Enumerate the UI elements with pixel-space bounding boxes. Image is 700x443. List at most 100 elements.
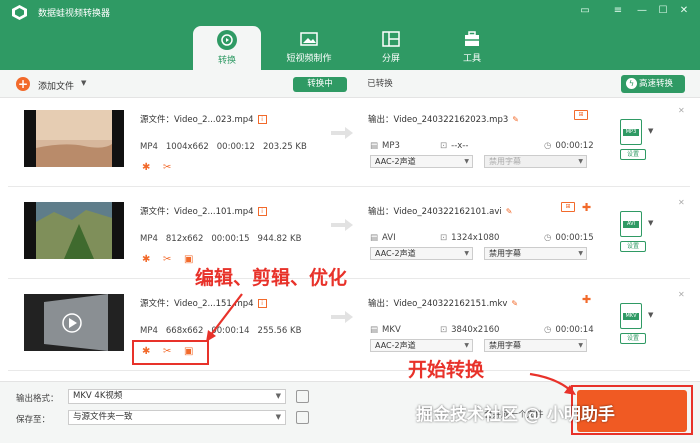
clock-icon: ◷: [544, 233, 552, 243]
edit-tools-highlight: [132, 340, 209, 365]
output-file-icon[interactable]: MP3: [620, 119, 642, 145]
pencil-icon[interactable]: ✎: [512, 115, 519, 124]
settings-button[interactable]: 设置: [620, 241, 646, 252]
tab-short-video[interactable]: 短视频制作: [274, 26, 344, 70]
video-thumbnail[interactable]: [24, 294, 124, 351]
info-icon[interactable]: i: [257, 115, 267, 124]
edit-tools-annotation: 编辑、剪辑、优化: [195, 267, 348, 289]
arrow-right-icon: [331, 219, 353, 231]
output-duration: ◷ 00:00:14: [544, 325, 594, 335]
bolt-icon: ϟ: [626, 78, 637, 89]
source-file-name: 源文件：Video_2...023.mp4 i: [140, 113, 267, 125]
output-format: ▤ MP3: [370, 141, 400, 151]
annotation-arrow: [206, 293, 243, 342]
format-icon: ▤: [370, 233, 379, 243]
save-to-label: 保存至：: [16, 415, 51, 425]
output-settings-icon[interactable]: ⊞: [561, 202, 575, 212]
chevron-down-icon[interactable]: ▼: [648, 311, 653, 319]
resolution-icon: ⊡: [440, 325, 448, 335]
audio-select[interactable]: AAC-2声道 ▼: [370, 155, 473, 168]
tab-tools[interactable]: 工具: [437, 26, 507, 70]
convert-icon: [217, 30, 237, 50]
format-icon: ▤: [370, 141, 379, 151]
output-file-name: 输出：Video_240322162023.mp3 ✎: [368, 115, 519, 125]
tab-convert[interactable]: 转换: [193, 26, 261, 70]
arrow-right-icon: [331, 127, 353, 139]
output-file-name: 输出：Video_240322162101.avi ✎: [368, 207, 513, 217]
info-icon[interactable]: i: [257, 299, 267, 308]
resolution-icon: ⊡: [440, 141, 448, 151]
menu-icon[interactable]: ≡: [610, 4, 626, 18]
audio-select[interactable]: AAC-2声道 ▼: [370, 247, 473, 260]
source-meta: MP4 812x662 00:00:15 944.82 KB: [140, 234, 302, 244]
chevron-down-icon[interactable]: ▼: [648, 127, 653, 135]
tab-converted[interactable]: 已转换: [360, 77, 400, 92]
output-format-label: 输出格式：: [16, 394, 59, 404]
start-convert-annotation: 开始转换: [408, 359, 485, 381]
folder-icon[interactable]: [296, 411, 309, 424]
add-icon[interactable]: ✚: [582, 201, 591, 214]
title-bar: 数据蛙视频转换器 ▭ ≡ — ☐ ✕ 转换 短视频制作 分屏 工具: [0, 0, 700, 70]
settings-button[interactable]: 设置: [620, 333, 646, 344]
edit-tools: ✱ ✂: [142, 162, 184, 174]
output-file-icon[interactable]: AVI: [620, 211, 642, 237]
app-title: 数据蛙视频转换器: [38, 9, 111, 19]
arrow-right-icon: [331, 311, 353, 323]
tab-label: 短视频制作: [286, 54, 332, 64]
close-button[interactable]: ✕: [676, 4, 692, 18]
minimize-button[interactable]: —: [634, 4, 650, 18]
close-icon[interactable]: ✕: [678, 106, 685, 115]
output-resolution: ⊡ 1324x1080: [440, 233, 500, 243]
add-icon[interactable]: ✚: [582, 293, 591, 306]
enhance-icon[interactable]: ✱: [142, 254, 154, 266]
subtitle-select[interactable]: 禁用字幕 ▼: [484, 247, 587, 260]
tab-label: 转换: [217, 56, 236, 66]
source-file-name: 源文件：Video_2...101.mp4 i: [140, 205, 267, 217]
output-resolution: ⊡ --x--: [440, 141, 469, 151]
tab-converting[interactable]: 转换中: [293, 77, 347, 92]
output-settings-icon[interactable]: ⊞: [574, 110, 588, 120]
add-file-plus-icon[interactable]: +: [16, 77, 30, 91]
source-meta: MP4 1004x662 00:00:12 203.25 KB: [140, 142, 307, 152]
save-path-select[interactable]: 与源文件夹一致 ▼: [68, 410, 286, 425]
output-duration: ◷ 00:00:15: [544, 233, 594, 243]
fast-convert-label: 高速转换: [639, 79, 674, 89]
file-row: 源文件：Video_2...151.mp4 i MP4 668x662 00:00:1…: [8, 283, 690, 371]
scissors-icon[interactable]: ✂: [163, 162, 175, 174]
subtitle-select[interactable]: 禁用字幕 ▼: [484, 155, 587, 168]
tab-label: 工具: [462, 54, 481, 64]
tab-label: 分屏: [381, 54, 400, 64]
pencil-icon[interactable]: ✎: [511, 299, 518, 308]
output-format: ▤ MKV: [370, 325, 401, 335]
clock-icon: ◷: [544, 325, 552, 335]
output-file-icon[interactable]: MKV: [620, 303, 642, 329]
audio-select[interactable]: AAC-2声道 ▼: [370, 339, 473, 352]
chevron-down-icon[interactable]: ▼: [648, 219, 653, 227]
add-file-button[interactable]: 添加文件: [38, 79, 74, 92]
output-format-select[interactable]: MKV 4K视频 ▼: [68, 389, 286, 404]
scissors-icon[interactable]: ✂: [163, 254, 175, 266]
feedback-icon[interactable]: ▭: [577, 4, 593, 18]
chevron-down-icon[interactable]: ▼: [81, 79, 86, 87]
output-format: ▤ AVI: [370, 233, 396, 243]
subtitle-select[interactable]: 禁用字幕 ▼: [484, 339, 587, 352]
pencil-icon[interactable]: ✎: [506, 207, 513, 216]
close-icon[interactable]: ✕: [678, 290, 685, 299]
format-settings-icon[interactable]: [296, 390, 309, 403]
video-thumbnail[interactable]: [24, 110, 124, 167]
output-duration: ◷ 00:00:12: [544, 141, 594, 151]
file-row: 源文件：Video_2...023.mp4 i MP4 1004x662 00:00:…: [8, 99, 690, 187]
toolbar: + 添加文件 ▼ 转换中 已转换 ϟ 高速转换: [0, 70, 700, 98]
short-video-icon: [300, 32, 318, 46]
clock-icon: ◷: [544, 141, 552, 151]
close-icon[interactable]: ✕: [678, 198, 685, 207]
info-icon[interactable]: i: [257, 207, 267, 216]
maximize-button[interactable]: ☐: [655, 4, 671, 18]
tab-split-screen[interactable]: 分屏: [356, 26, 426, 70]
enhance-icon[interactable]: ✱: [142, 162, 154, 174]
video-thumbnail[interactable]: [24, 202, 124, 259]
split-screen-icon: [382, 31, 400, 47]
fast-convert-button[interactable]: ϟ 高速转换: [621, 75, 685, 93]
settings-button[interactable]: 设置: [620, 149, 646, 160]
file-row: 源文件：Video_2...101.mp4 i MP4 812x662 00:00:1…: [8, 191, 690, 279]
